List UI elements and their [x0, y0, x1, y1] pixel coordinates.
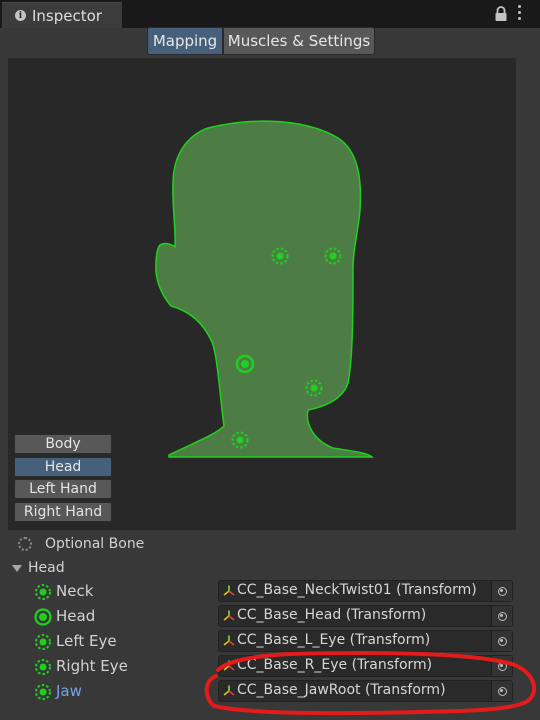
tab-mapping[interactable]: Mapping: [147, 27, 223, 55]
head-button[interactable]: Head: [14, 457, 112, 477]
transform-icon: [223, 660, 235, 671]
head-silhouette: [155, 120, 374, 458]
bone-label[interactable]: Neck: [56, 582, 93, 600]
bone-transform-value: CC_Base_JawRoot (Transform): [237, 682, 446, 698]
more-options-icon[interactable]: [518, 5, 522, 21]
inspector-tab[interactable]: i Inspector: [2, 2, 122, 28]
optional-bone-icon: [18, 537, 32, 551]
left-hand-button[interactable]: Left Hand: [14, 479, 112, 499]
optional-bone-icon: [35, 634, 51, 650]
transform-icon: [223, 585, 235, 596]
object-picker-icon[interactable]: [491, 631, 512, 651]
bone-label[interactable]: Head: [56, 607, 95, 625]
bone-row-right-eye: Right Eye CC_Base_R_Eye (Transform): [0, 655, 540, 679]
optional-bone-icon: [35, 659, 51, 675]
bone-transform-value: CC_Base_L_Eye (Transform): [237, 632, 431, 648]
info-icon: i: [15, 10, 26, 21]
object-picker-icon[interactable]: [491, 581, 512, 601]
bone-transform-field[interactable]: CC_Base_JawRoot (Transform): [218, 680, 513, 702]
object-picker-icon[interactable]: [491, 681, 512, 701]
transform-icon: [223, 610, 235, 621]
bone-transform-value: CC_Base_Head (Transform): [237, 607, 427, 623]
bone-transform-field[interactable]: CC_Base_R_Eye (Transform): [218, 655, 513, 677]
object-picker-icon[interactable]: [491, 656, 512, 676]
bone-transform-field[interactable]: CC_Base_NeckTwist01 (Transform): [218, 580, 513, 602]
optional-bone-label: Optional Bone: [45, 536, 145, 552]
tab-muscles-settings[interactable]: Muscles & Settings: [223, 27, 375, 55]
bone-row-head: Head CC_Base_Head (Transform): [0, 605, 540, 629]
object-picker-icon[interactable]: [491, 606, 512, 626]
tab-title: Inspector: [32, 6, 102, 25]
optional-bone-legend: Optional Bone: [18, 534, 144, 554]
bone-row-jaw: Jaw CC_Base_JawRoot (Transform): [0, 680, 540, 704]
body-button[interactable]: Body: [14, 434, 112, 454]
bone-row-neck: Neck CC_Base_NeckTwist01 (Transform): [0, 580, 540, 604]
transform-icon: [223, 685, 235, 696]
bone-label[interactable]: Jaw: [56, 682, 82, 700]
foldout-arrow-icon: [12, 564, 22, 572]
bone-transform-field[interactable]: CC_Base_L_Eye (Transform): [218, 630, 513, 652]
required-bone-icon: [34, 608, 52, 626]
head-foldout[interactable]: Head: [12, 558, 65, 578]
right-hand-button[interactable]: Right Hand: [14, 502, 112, 522]
transform-icon: [223, 635, 235, 646]
bone-label[interactable]: Left Eye: [56, 632, 117, 650]
optional-bone-icon: [35, 684, 51, 700]
bone-transform-field[interactable]: CC_Base_Head (Transform): [218, 605, 513, 627]
bone-transform-value: CC_Base_R_Eye (Transform): [237, 657, 433, 673]
bone-row-left-eye: Left Eye CC_Base_L_Eye (Transform): [0, 630, 540, 654]
optional-bone-icon: [35, 584, 51, 600]
foldout-label: Head: [28, 560, 65, 576]
lock-icon[interactable]: [494, 6, 508, 22]
bone-transform-value: CC_Base_NeckTwist01 (Transform): [237, 582, 477, 598]
tab-bar: i Inspector: [0, 0, 540, 28]
bone-label[interactable]: Right Eye: [56, 657, 128, 675]
